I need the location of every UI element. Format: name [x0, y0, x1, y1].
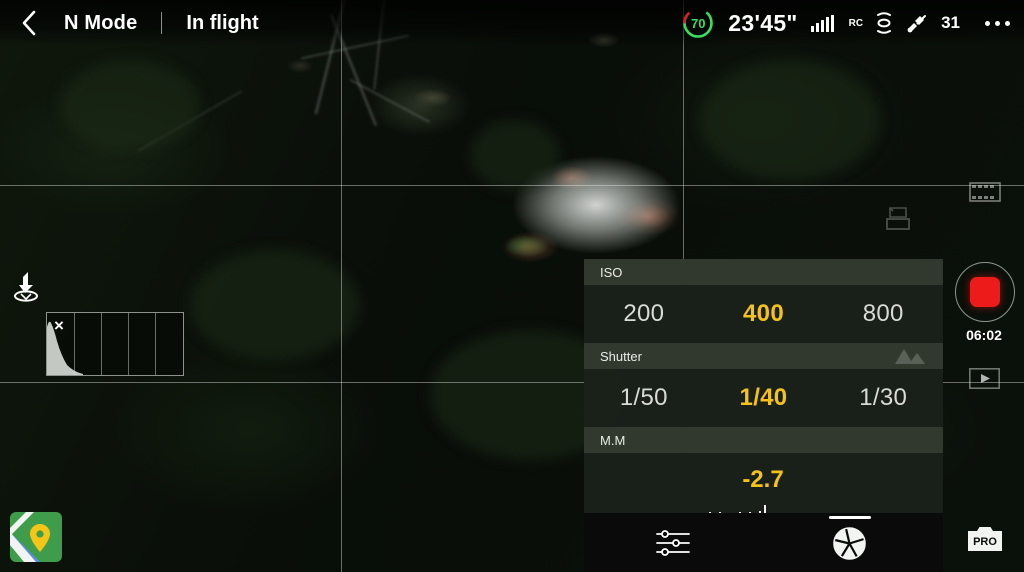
record-stop-button[interactable]	[955, 262, 1015, 322]
histogram-curve	[47, 321, 83, 375]
status-indicator-group: 70 23'45" RC 31	[681, 6, 1010, 40]
flight-status-label: In flight	[186, 11, 259, 34]
shutter-label: Shutter	[600, 348, 642, 364]
iso-section-header: ISO	[584, 259, 943, 285]
shutter-section-header: Shutter	[584, 343, 943, 369]
filmstrip-icon[interactable]	[969, 182, 1001, 202]
svg-text:PRO: PRO	[973, 536, 997, 548]
iso-label: ISO	[600, 264, 623, 280]
more-options-icon[interactable]	[985, 20, 1010, 26]
mountain-focus-icon	[895, 349, 925, 364]
tree-canopy	[470, 120, 560, 190]
back-chevron-glyph	[22, 10, 36, 36]
tree-canopy	[190, 250, 360, 360]
satellite-count-label: 31	[941, 13, 960, 32]
drone-camera-screen: N Mode In flight 70 23'45" RC 31 × 06:02…	[0, 0, 1024, 572]
flight-time-label: 23'45"	[728, 9, 798, 36]
record-time-label: 06:02	[966, 327, 1002, 343]
exposure-value-label: -2.7	[742, 466, 784, 493]
shutter-options-row: 1/50 1/40 1/30	[584, 369, 943, 427]
exposure-section-header: M.M	[584, 427, 943, 453]
exposure-label: M.M	[600, 432, 626, 448]
iso-options-row: 200 400 800	[584, 285, 943, 343]
iso-option-400-selected[interactable]: 400	[704, 300, 824, 328]
playback-glyph	[969, 368, 1000, 389]
battery-percent-label: 70	[691, 15, 706, 31]
aperture-shutter-icon[interactable]	[833, 527, 866, 560]
vision-sensor-icon[interactable]	[876, 12, 892, 34]
tree-canopy	[700, 60, 880, 180]
shutter-option-1-40-selected[interactable]: 1/40	[704, 384, 824, 412]
iso-option-800[interactable]: 800	[823, 300, 943, 328]
top-status-bar: N Mode In flight 70 23'45" RC 31	[0, 0, 1024, 46]
storage-card-glyph	[886, 207, 910, 230]
camera-bottom-bar	[584, 513, 943, 572]
filmstrip-glyph	[969, 182, 1001, 202]
battery-ring-icon[interactable]: 70	[681, 6, 715, 40]
exposure-tick-scale[interactable]	[704, 503, 831, 513]
header-divider	[161, 12, 163, 34]
camera-settings-panel: ISO 200 400 800 Shutter 1/50 1/40 1/30 M…	[584, 259, 943, 513]
histogram-close-icon[interactable]: ×	[54, 317, 64, 334]
sliders-settings-glyph	[656, 530, 690, 556]
auto-landing-glyph	[14, 272, 38, 302]
sliders-settings-icon[interactable]	[656, 530, 690, 556]
exposure-adjust-row[interactable]: -2.7	[584, 453, 943, 513]
auto-landing-icon[interactable]	[8, 268, 44, 304]
back-chevron-icon[interactable]	[16, 10, 42, 36]
pro-camera-glyph: PRO	[968, 527, 1002, 551]
aperture-shutter-glyph	[833, 527, 866, 560]
tree-canopy	[60, 60, 200, 150]
map-thumbnail[interactable]	[10, 512, 62, 562]
pro-camera-icon[interactable]: PRO	[966, 524, 1004, 554]
satellite-icon[interactable]	[905, 13, 927, 33]
flight-mode-label[interactable]: N Mode	[64, 12, 137, 35]
shutter-option-1-50[interactable]: 1/50	[584, 384, 704, 412]
storage-card-icon[interactable]	[884, 206, 914, 232]
terrain-road	[349, 78, 431, 124]
shutter-option-1-30[interactable]: 1/30	[823, 384, 943, 412]
signal-bars-icon[interactable]	[810, 14, 834, 32]
map-thumbnail-glyph	[10, 512, 62, 562]
iso-option-200[interactable]: 200	[584, 300, 704, 328]
signal-rc-label: RC	[848, 17, 864, 29]
active-tab-indicator	[829, 516, 871, 519]
record-stop-icon	[970, 277, 1000, 307]
histogram-widget[interactable]: ×	[46, 312, 184, 376]
playback-icon[interactable]	[969, 368, 1000, 389]
